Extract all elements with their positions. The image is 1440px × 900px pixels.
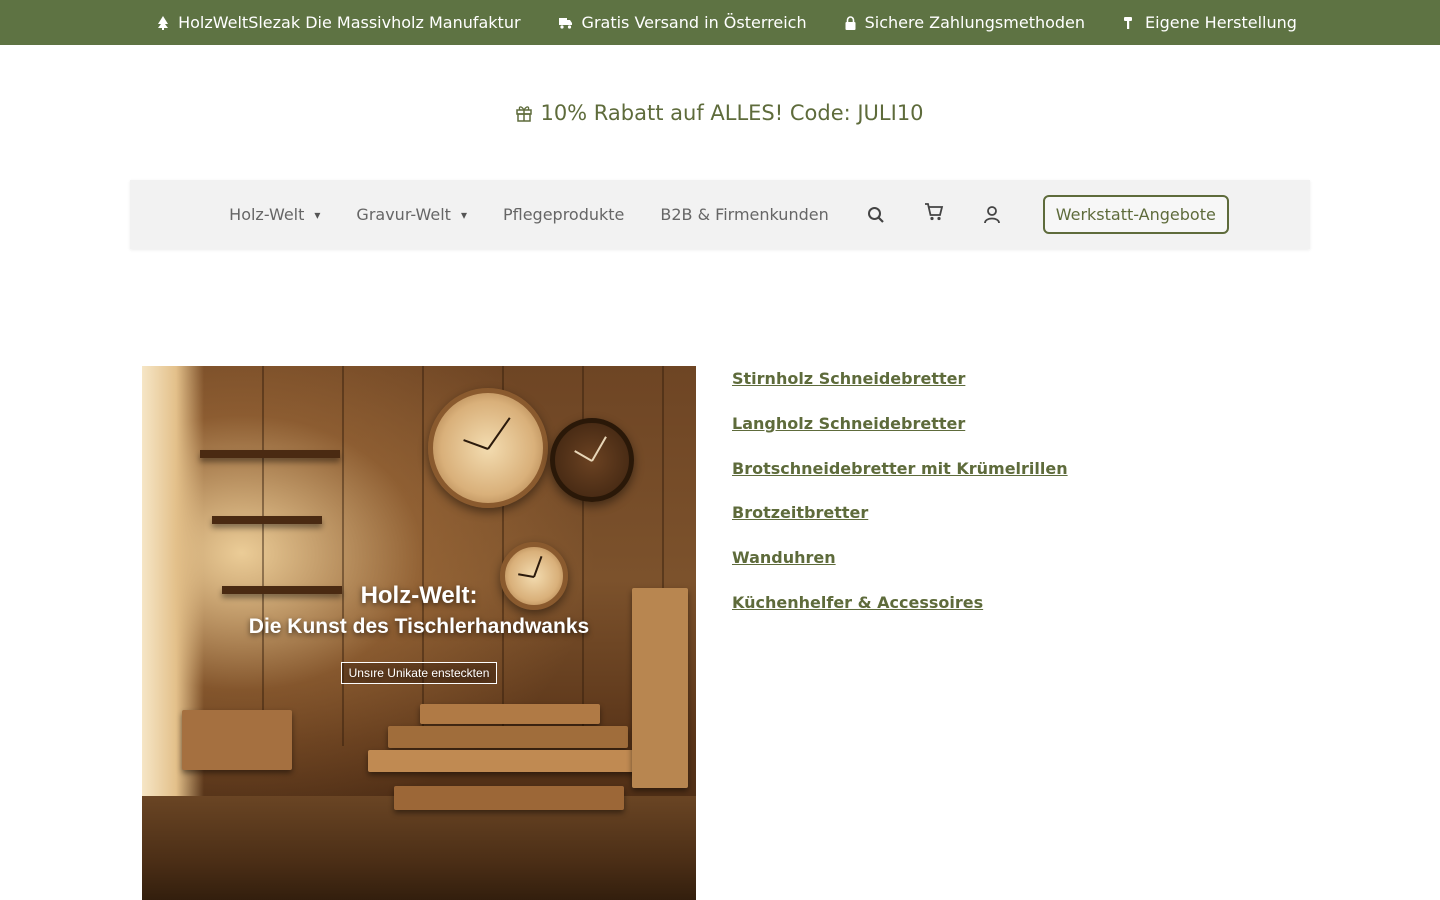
cutting-board (394, 786, 624, 810)
tree-icon (157, 15, 169, 30)
promo-text: 10% Rabatt auf ALLES! Code: JULI10 (540, 101, 924, 125)
wall-shelf (212, 516, 322, 524)
category-link-wanduhren[interactable]: Wanduhren (732, 547, 1068, 569)
clock-hand (574, 450, 593, 462)
hero-text-block: Holz-Welt: Die Kunst des Tischlerhandwan… (142, 580, 696, 684)
cart-icon[interactable] (923, 201, 945, 223)
topbar-item-payment: Sichere Zahlungsmethoden (845, 13, 1085, 32)
hero-banner-image[interactable]: Holz-Welt: Die Kunst des Tischlerhandwan… (142, 366, 696, 900)
truck-icon (558, 17, 573, 29)
chevron-down-icon: ▾ (460, 207, 467, 222)
top-announcement-bar: HolzWeltSlezak Die Massivholz Manufaktur… (0, 0, 1440, 45)
wood-plank-line (422, 366, 424, 746)
nav-item-pflegeprodukte[interactable]: Pflegeprodukte (503, 205, 624, 224)
clock-hand (533, 555, 543, 578)
hero-subtitle: Die Kunst des Tischlerhandwanks (248, 615, 590, 638)
cutting-board (368, 750, 638, 772)
wood-plank-line (262, 366, 264, 746)
category-link-kuechenhelfer[interactable]: Küchenhelfer & Accessoires (732, 592, 1068, 614)
promo-banner: 10% Rabatt auf ALLES! Code: JULI10 (0, 96, 1440, 130)
hero-cta-button[interactable]: Unsıre Unikate ensteckten (340, 662, 498, 684)
topbar-item-label: HolzWeltSlezak Die Massivholz Manufaktur (178, 13, 521, 32)
category-links: Stirnholz Schneidebretter Langholz Schne… (732, 368, 1068, 637)
clock-hand (591, 436, 607, 462)
nav-item-gravur-welt[interactable]: Gravur-Welt ▾ (356, 205, 467, 224)
wall-shelf (200, 450, 340, 458)
category-link-langholz[interactable]: Langholz Schneidebretter (732, 413, 1068, 435)
clock-hand (487, 417, 511, 450)
werkstatt-angebote-button[interactable]: Werkstatt-Angebote (1042, 195, 1229, 234)
nav-item-label: Gravur-Welt (356, 205, 451, 224)
cutting-board (420, 704, 600, 724)
wooden-stamp (182, 710, 292, 770)
nav-item-b2b[interactable]: B2B & Firmenkunden (660, 205, 828, 224)
topbar-item-production: Eigene Herstellung (1123, 13, 1297, 32)
topbar-item-label: Eigene Herstellung (1145, 13, 1297, 32)
cutting-board (388, 726, 628, 748)
hero-title: Holz-Welt: (360, 582, 478, 609)
user-icon[interactable] (981, 204, 1003, 226)
nav-item-label: Holz-Welt (229, 205, 305, 224)
topbar-item-label: Sichere Zahlungsmethoden (864, 13, 1086, 32)
main-navigation: Holz-Welt ▾ Gravur-Welt ▾ Pflegeprodukte… (130, 180, 1310, 249)
topbar-item-brand: HolzWeltSlezak Die Massivholz Manufaktur (157, 13, 521, 32)
hammer-icon (1123, 16, 1136, 29)
workbench (142, 796, 696, 900)
category-link-stirnholz[interactable]: Stirnholz Schneidebretter (732, 368, 1068, 390)
wood-plank-line (342, 366, 344, 746)
chevron-down-icon: ▾ (314, 207, 321, 222)
nav-item-label: B2B & Firmenkunden (660, 205, 829, 224)
wall-clock (428, 388, 548, 508)
lock-icon (845, 15, 856, 30)
wall-clock (550, 418, 634, 502)
clock-hand (463, 439, 489, 450)
topbar-item-shipping: Gratis Versand in Österreich (558, 13, 807, 32)
clock-hand (518, 573, 535, 578)
category-link-brotzeitbretter[interactable]: Brotzeitbretter (732, 502, 1068, 524)
nav-item-holz-welt[interactable]: Holz-Welt ▾ (229, 205, 320, 224)
topbar-item-label: Gratis Versand in Österreich (581, 13, 807, 32)
nav-item-label: Pflegeprodukte (502, 205, 625, 224)
search-icon[interactable] (865, 204, 887, 226)
gift-icon (516, 104, 533, 122)
category-link-brotschneidebretter[interactable]: Brotschneidebretter mit Krümelrillen (732, 458, 1068, 480)
